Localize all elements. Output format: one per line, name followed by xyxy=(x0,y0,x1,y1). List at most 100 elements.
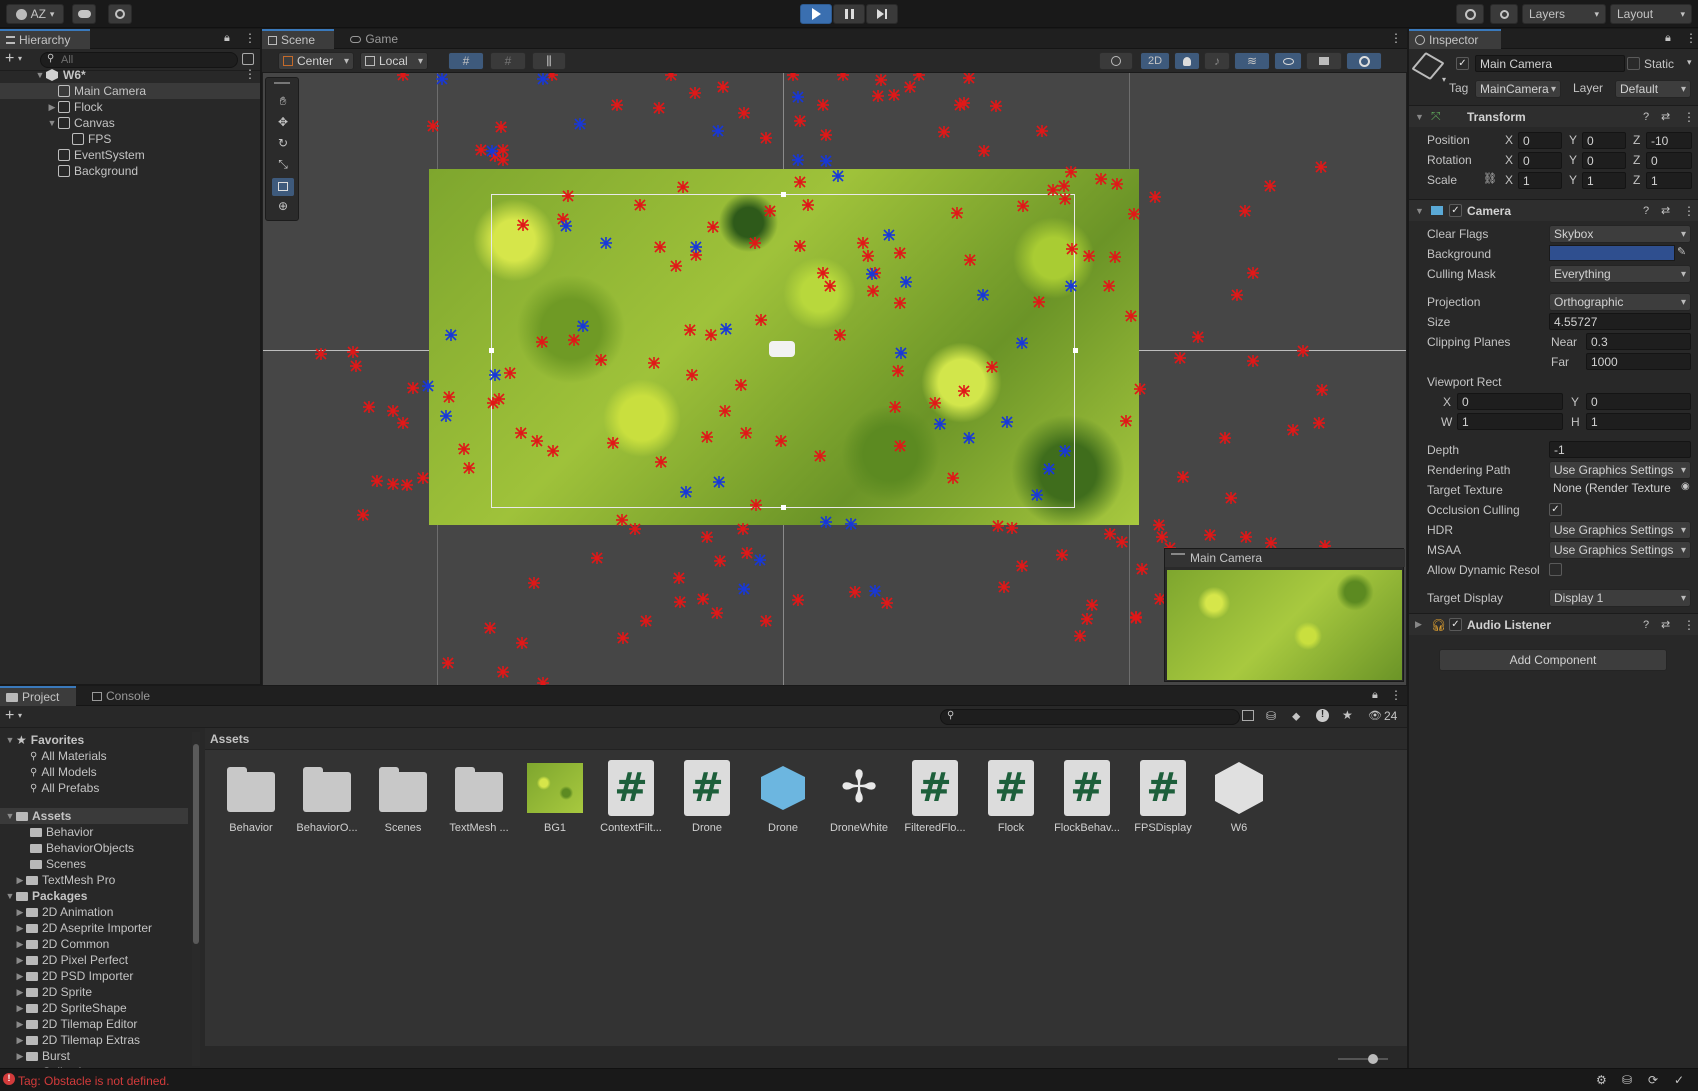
drone-sprite[interactable] xyxy=(1006,522,1018,534)
check-icon[interactable]: ✓ xyxy=(1674,1073,1684,1087)
static-checkbox[interactable] xyxy=(1627,57,1640,70)
drone-sprite[interactable] xyxy=(1225,492,1237,504)
tab-scene[interactable]: Scene xyxy=(262,29,334,49)
scene-viewport[interactable]: ✋︎ ✥ ↻ ⤡ ⊕ Main Camera xyxy=(263,73,1406,685)
asset-item[interactable]: Drone xyxy=(745,760,821,834)
drone-sprite[interactable] xyxy=(1313,417,1325,429)
drone-sprite[interactable] xyxy=(934,418,946,430)
drone-sprite[interactable] xyxy=(1065,280,1077,292)
drone-sprite[interactable] xyxy=(1247,355,1259,367)
favorite-item[interactable]: ⚲ All Models xyxy=(30,764,97,780)
drone-sprite[interactable] xyxy=(670,260,682,272)
drone-sprite[interactable] xyxy=(904,81,916,93)
drone-sprite[interactable] xyxy=(1017,200,1029,212)
drone-sprite[interactable] xyxy=(371,475,383,487)
drone-sprite[interactable] xyxy=(720,323,732,335)
far-field[interactable]: 1000 xyxy=(1586,353,1691,370)
drone-sprite[interactable] xyxy=(794,240,806,252)
rotation-x-field[interactable]: 0 xyxy=(1518,152,1562,169)
drone-sprite[interactable] xyxy=(1149,191,1161,203)
drone-sprite[interactable] xyxy=(707,221,719,233)
drone-sprite[interactable] xyxy=(1297,345,1309,357)
drone-sprite[interactable] xyxy=(913,73,925,81)
clear-flags-dropdown[interactable]: Skybox xyxy=(1549,225,1691,243)
drone-sprite[interactable] xyxy=(1058,180,1070,192)
drone-sprite[interactable] xyxy=(648,357,660,369)
drone-sprite[interactable] xyxy=(1125,310,1137,322)
drone-sprite[interactable] xyxy=(484,622,496,634)
drone-sprite[interactable] xyxy=(857,237,869,249)
drone-sprite[interactable] xyxy=(740,427,752,439)
drone-sprite[interactable] xyxy=(1177,471,1189,483)
drone-sprite[interactable] xyxy=(738,583,750,595)
camera-settings-dropdown[interactable] xyxy=(1306,52,1342,70)
drone-sprite[interactable] xyxy=(1066,243,1078,255)
drone-sprite[interactable] xyxy=(947,472,959,484)
drone-sprite[interactable] xyxy=(869,585,881,597)
drone-sprite[interactable] xyxy=(883,229,895,241)
favorite-item[interactable]: ⚲ All Materials xyxy=(30,748,107,764)
drone-sprite[interactable] xyxy=(978,145,990,157)
breadcrumb-item[interactable]: Assets xyxy=(210,732,249,746)
kebab-menu-icon[interactable]: ⋮ xyxy=(1683,204,1695,218)
drone-sprite[interactable] xyxy=(1059,445,1071,457)
drone-sprite[interactable] xyxy=(866,268,878,280)
drone-sprite[interactable] xyxy=(665,73,677,81)
drone-sprite[interactable] xyxy=(1016,560,1028,572)
kebab-menu-icon[interactable]: ⋮ xyxy=(244,67,256,81)
tag-dropdown[interactable]: MainCamera xyxy=(1475,80,1561,98)
drone-sprite[interactable] xyxy=(617,632,629,644)
viewport-h-field[interactable]: 1 xyxy=(1586,413,1691,430)
drone-sprite[interactable] xyxy=(458,443,470,455)
drone-sprite[interactable] xyxy=(849,586,861,598)
drone-sprite[interactable] xyxy=(1111,178,1123,190)
drone-sprite[interactable] xyxy=(938,126,950,138)
expand-arrow-icon[interactable]: ▼ xyxy=(4,735,16,745)
asset-item[interactable]: BehaviorO... xyxy=(289,760,365,834)
drone-sprite[interactable] xyxy=(655,456,667,468)
drone-sprite[interactable] xyxy=(528,577,540,589)
drone-sprite[interactable] xyxy=(1116,536,1128,548)
drone-sprite[interactable] xyxy=(958,97,970,109)
drone-sprite[interactable] xyxy=(387,478,399,490)
label-icon[interactable]: ⬥ xyxy=(1292,709,1300,724)
drone-sprite[interactable] xyxy=(1056,549,1068,561)
drone-sprite[interactable] xyxy=(872,90,884,102)
drone-sprite[interactable] xyxy=(440,410,452,422)
drone-sprite[interactable] xyxy=(735,379,747,391)
drone-sprite[interactable] xyxy=(832,170,844,182)
drone-sprite[interactable] xyxy=(719,405,731,417)
expand-arrow-icon[interactable]: ▶ xyxy=(14,875,26,886)
drone-sprite[interactable] xyxy=(820,129,832,141)
drone-sprite[interactable] xyxy=(741,547,753,559)
link-icon[interactable]: ⛓︎ xyxy=(1483,172,1497,185)
rendering-path-dropdown[interactable]: Use Graphics Settings xyxy=(1549,461,1691,479)
scale-x-field[interactable]: 1 xyxy=(1518,172,1562,189)
drone-sprite[interactable] xyxy=(817,99,829,111)
active-checkbox[interactable]: ✓ xyxy=(1456,57,1469,70)
drone-sprite[interactable] xyxy=(1231,289,1243,301)
scale-z-field[interactable]: 1 xyxy=(1646,172,1692,189)
asset-item[interactable]: # FlockBehav... xyxy=(1049,760,1125,834)
background-color-field[interactable] xyxy=(1549,245,1675,261)
drone-sprite[interactable] xyxy=(1174,352,1186,364)
drone-sprite[interactable] xyxy=(629,523,641,535)
grip-icon[interactable] xyxy=(1171,553,1185,555)
progress-icon[interactable]: ⛁ xyxy=(1622,1073,1632,1087)
scene-root-row[interactable]: ▼ W6* xyxy=(34,67,86,83)
drone-sprite[interactable] xyxy=(750,499,762,511)
drone-sprite[interactable] xyxy=(712,125,724,137)
kebab-menu-icon[interactable]: ⋮ xyxy=(1390,688,1402,702)
drone-sprite[interactable] xyxy=(443,391,455,403)
drone-sprite[interactable] xyxy=(713,476,725,488)
expand-arrow-icon[interactable]: ▶ xyxy=(14,1003,26,1014)
viewport-y-field[interactable]: 0 xyxy=(1586,393,1691,410)
asset-item[interactable]: # Drone xyxy=(669,760,745,834)
kebab-menu-icon[interactable]: ⋮ xyxy=(244,31,256,45)
drone-sprite[interactable] xyxy=(560,220,572,232)
kebab-menu-icon[interactable]: ⋮ xyxy=(1390,31,1402,45)
drone-sprite[interactable] xyxy=(363,401,375,413)
eyedropper-icon[interactable]: ✎ xyxy=(1677,245,1686,258)
fold-arrow-icon[interactable]: ▶ xyxy=(1415,619,1422,630)
drone-sprite[interactable] xyxy=(1247,267,1259,279)
